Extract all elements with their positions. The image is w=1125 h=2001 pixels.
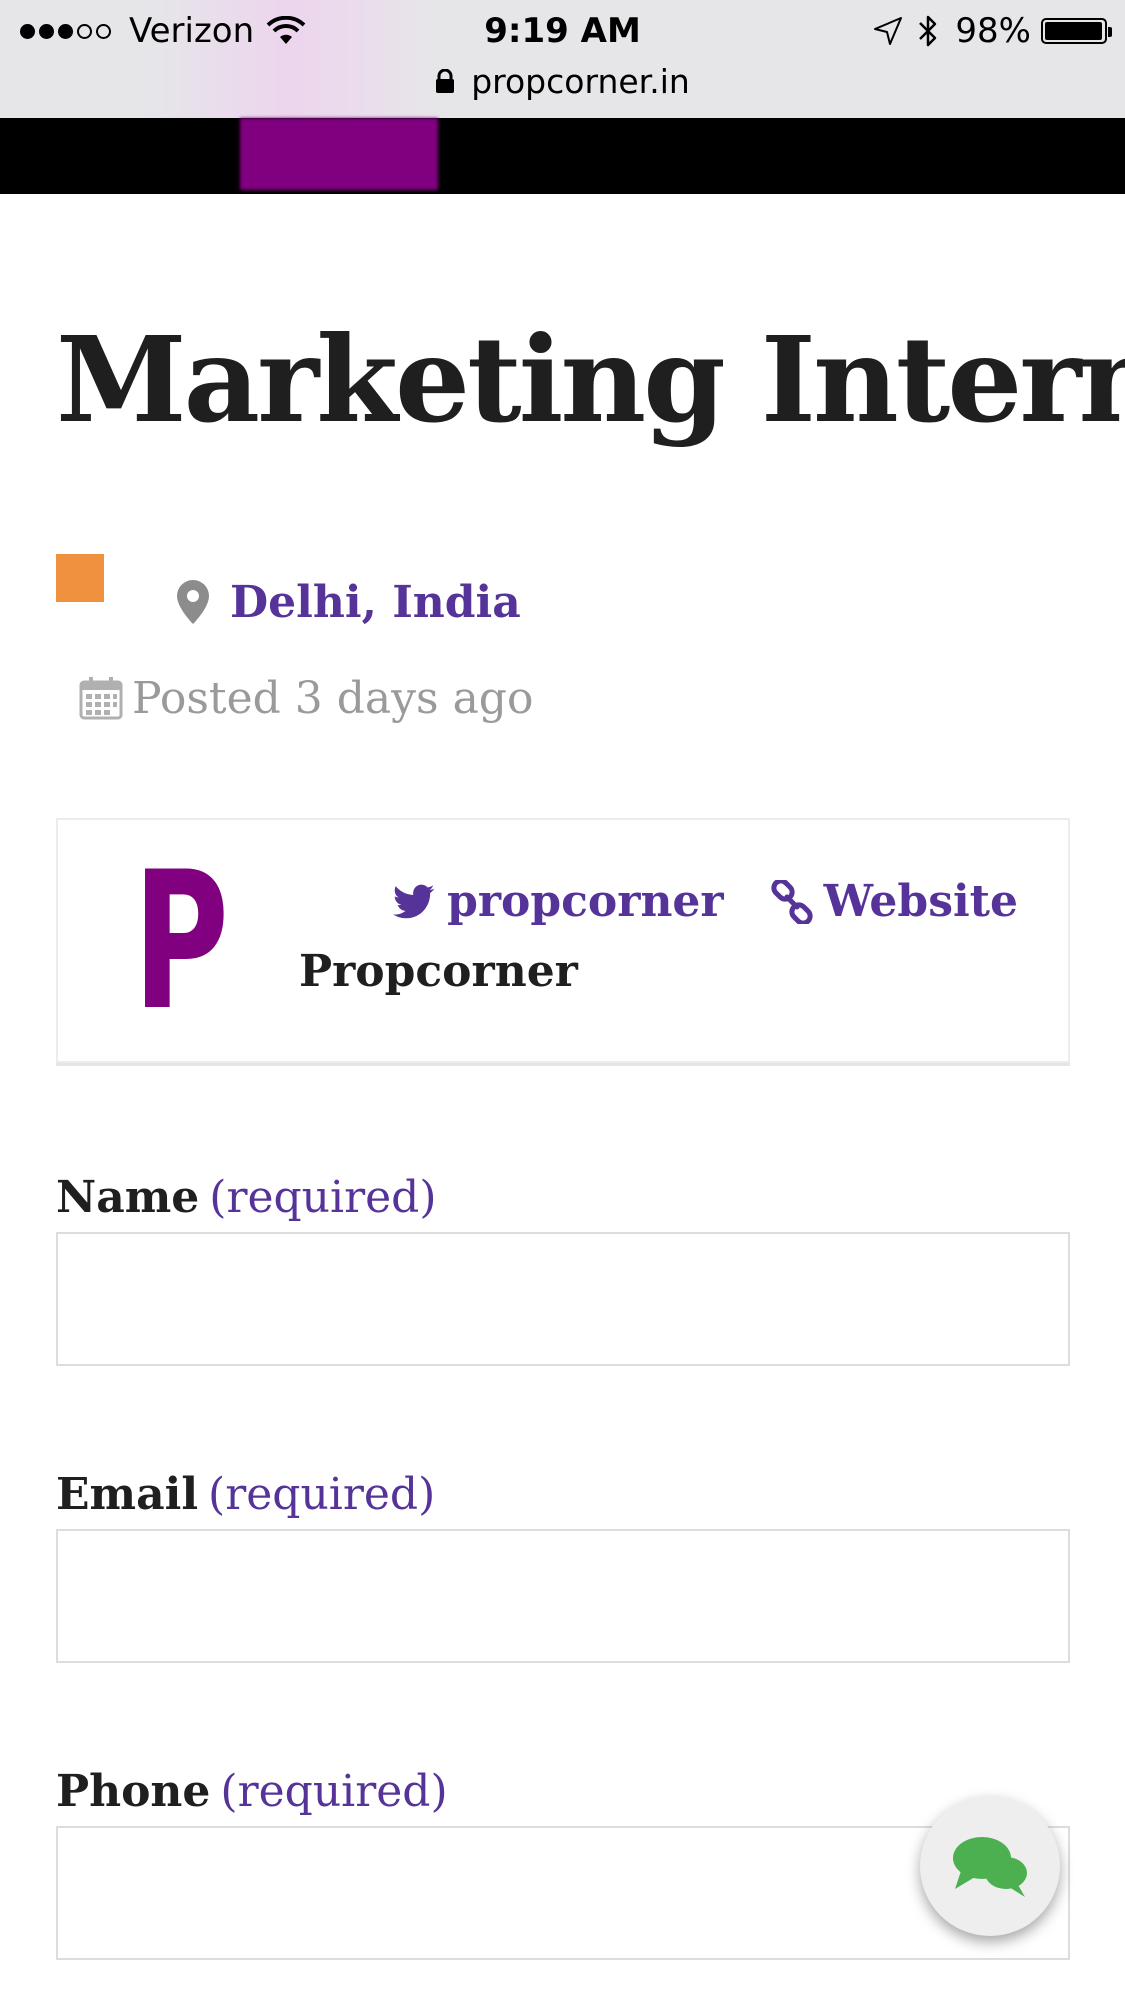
name-field-label: Name (required)	[56, 1168, 437, 1228]
site-logo-block[interactable]	[240, 118, 438, 190]
ios-status-bar: Verizon 9:19 AM 98% propcorner.in	[0, 0, 1125, 118]
posted-text: Posted 3 days ago	[132, 672, 534, 724]
company-links: propcorner Website	[393, 876, 1018, 927]
email-label-text: Email	[56, 1469, 199, 1520]
name-label-text: Name	[56, 1172, 200, 1223]
job-title: Marketing Intern	[56, 310, 1125, 449]
company-card: P propcorner Website Propcorner	[56, 818, 1070, 1063]
location-arrow-icon	[874, 17, 903, 45]
company-website-link[interactable]: Website	[770, 876, 1018, 927]
email-field-label: Email (required)	[56, 1465, 435, 1525]
job-location: Delhi, India	[230, 576, 521, 628]
bluetooth-icon	[919, 15, 937, 47]
company-name: Propcorner	[299, 946, 578, 997]
company-website-label: Website	[823, 876, 1018, 927]
link-icon	[770, 879, 813, 924]
battery-icon	[1041, 18, 1112, 44]
email-required-note: (required)	[208, 1469, 436, 1520]
company-twitter-link[interactable]: propcorner	[393, 876, 724, 927]
company-logo-letter: P	[133, 865, 229, 1015]
map-pin-icon	[177, 580, 209, 624]
chat-button[interactable]	[920, 1796, 1060, 1936]
phone-input[interactable]	[56, 1826, 1070, 1960]
chat-bubbles-icon	[953, 1837, 1027, 1897]
site-header	[0, 118, 1125, 194]
calendar-icon	[79, 677, 123, 720]
phone-required-note: (required)	[220, 1766, 448, 1817]
phone-label-text: Phone	[56, 1766, 211, 1817]
phone-field-label: Phone (required)	[56, 1762, 448, 1822]
lock-icon	[436, 69, 455, 93]
company-twitter-handle: propcorner	[447, 876, 724, 927]
email-input[interactable]	[56, 1529, 1070, 1663]
company-logo: P	[133, 865, 229, 1015]
name-input[interactable]	[56, 1232, 1070, 1366]
battery-percent: 98%	[955, 11, 1031, 51]
twitter-icon	[393, 884, 435, 918]
posted-date: Posted 3 days ago	[78, 668, 533, 728]
url-text: propcorner.in	[471, 61, 690, 101]
job-location-link[interactable]: Delhi, India	[174, 572, 521, 632]
address-bar[interactable]: propcorner.in	[0, 56, 1125, 106]
name-required-note: (required)	[209, 1172, 437, 1223]
status-bar-right: 98%	[873, 10, 1112, 52]
job-type-badge	[56, 554, 104, 602]
